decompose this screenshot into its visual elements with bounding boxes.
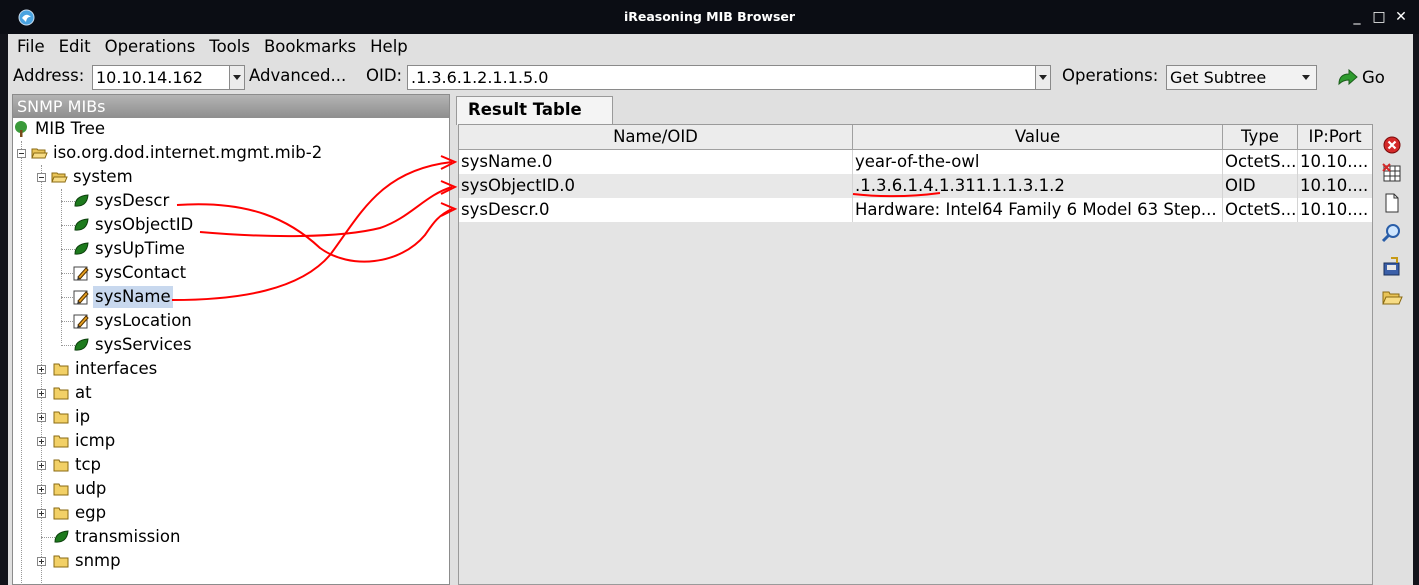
go-arrow-icon: [1338, 69, 1358, 86]
menu-edit[interactable]: Edit: [54, 34, 96, 60]
window-title: iReasoning MIB Browser: [623, 9, 796, 24]
address-label: Address:: [13, 66, 85, 85]
oid-dropdown-button[interactable]: [1035, 65, 1051, 90]
tree-icon: [15, 121, 27, 137]
go-label: Go: [1362, 68, 1385, 87]
folder-icon: [53, 387, 69, 400]
folder-icon: [53, 555, 69, 568]
title-bar: iReasoning MIB Browser _ □ ✕: [0, 0, 1419, 34]
table-cell-name: sysName.0: [459, 150, 853, 174]
column-header-name-oid[interactable]: Name/OID: [459, 125, 853, 150]
table-row[interactable]: sysObjectID.0 .1.3.6.1.4.1.311.1.1.3.1.2…: [459, 174, 1372, 198]
menu-help[interactable]: Help: [365, 34, 413, 60]
expand-toggle[interactable]: [37, 485, 46, 494]
table-cell-ip-port: 10.10....: [1300, 200, 1369, 219]
expand-toggle[interactable]: [37, 413, 46, 422]
folder-icon: [53, 363, 69, 376]
folder-open-icon: [51, 172, 68, 183]
leaf-icon: [74, 338, 89, 351]
find-icon[interactable]: [1381, 222, 1403, 244]
operations-label: Operations:: [1062, 66, 1159, 85]
operations-select-value: Get Subtree: [1170, 68, 1267, 87]
table-cell-value: year-of-the-owl: [853, 150, 1223, 174]
folder-open-icon: [31, 148, 48, 159]
side-toolbar: [1377, 124, 1407, 585]
advanced-button[interactable]: Advanced...: [249, 66, 346, 85]
table-row[interactable]: sysName.0 year-of-the-owl OctetS... 10.1…: [459, 150, 1372, 174]
table-cell-value: .1.3.6.1.4.1.311.1.1.3.1.2: [853, 174, 1223, 198]
menu-bar: File Edit Operations Tools Bookmarks Hel…: [12, 34, 417, 60]
operations-select[interactable]: Get Subtree: [1166, 65, 1317, 90]
folder-icon: [53, 411, 69, 424]
menu-operations[interactable]: Operations: [100, 34, 201, 60]
go-button[interactable]: Go: [1334, 65, 1394, 90]
table-cell-type: OID: [1223, 174, 1298, 198]
export-icon[interactable]: [1381, 256, 1403, 278]
address-dropdown-button[interactable]: [229, 65, 245, 90]
address-toolbar: Address: 10.10.14.162 Advanced... OID: .…: [0, 62, 1419, 92]
chevron-down-icon: [1302, 75, 1310, 80]
tree-guide-line: [41, 165, 42, 585]
expand-toggle[interactable]: [37, 461, 46, 470]
table-cell-value: Hardware: Intel64 Family 6 Model 63 Step…: [853, 198, 1223, 222]
new-document-icon[interactable]: [1381, 192, 1403, 214]
table-cell-name: sysObjectID.0: [459, 174, 853, 198]
oid-label: OID:: [366, 66, 403, 85]
table-cell-ip-port: 10.10....: [1300, 152, 1369, 171]
menu-bookmarks[interactable]: Bookmarks: [259, 34, 361, 60]
table-cell-name: sysDescr.0: [459, 198, 853, 222]
collapse-toggle[interactable]: [17, 149, 26, 158]
tab-result-table[interactable]: Result Table: [456, 96, 613, 125]
menu-file[interactable]: File: [12, 34, 50, 60]
minimize-button[interactable]: _: [1347, 7, 1367, 27]
leaf-icon: [74, 218, 89, 231]
folder-icon: [53, 435, 69, 448]
delete-icon[interactable]: [1381, 134, 1403, 156]
expand-toggle[interactable]: [37, 365, 46, 374]
leaf-icon: [54, 530, 69, 543]
close-window-button[interactable]: ✕: [1391, 7, 1411, 27]
oid-input[interactable]: .1.3.6.1.2.1.1.5.0: [407, 65, 1036, 90]
tree-guide-line: [61, 189, 62, 343]
column-header-ip-port[interactable]: IP:Port: [1298, 125, 1372, 150]
expand-toggle[interactable]: [37, 557, 46, 566]
table-row[interactable]: sysDescr.0 Hardware: Intel64 Family 6 Mo…: [459, 198, 1372, 222]
writable-leaf-icon: [73, 314, 89, 329]
panel-header: SNMP MIBs: [13, 95, 449, 118]
table-cell-ip-port: 10.10....: [1300, 176, 1369, 195]
mib-tree: MIB Tree iso.org.dod.internet.mgmt.mib-2…: [13, 119, 449, 585]
collapse-toggle[interactable]: [37, 173, 46, 182]
writable-leaf-icon: [73, 266, 89, 281]
expand-toggle[interactable]: [37, 509, 46, 518]
folder-icon: [53, 483, 69, 496]
address-input[interactable]: 10.10.14.162: [92, 65, 230, 90]
maximize-button[interactable]: □: [1369, 7, 1389, 27]
expand-toggle[interactable]: [37, 389, 46, 398]
writable-leaf-icon: [73, 290, 89, 305]
snmp-mibs-panel: SNMP MIBs MIB Tree iso.org.dod.internet.…: [12, 94, 450, 585]
clear-table-icon[interactable]: [1381, 162, 1403, 184]
table-cell-type: OctetS...: [1223, 198, 1298, 222]
menu-tools[interactable]: Tools: [204, 34, 255, 60]
leaf-icon: [74, 242, 89, 255]
result-table: Name/OID Value Type IP:Port sysName.0 ye…: [458, 124, 1373, 585]
leaf-icon: [74, 194, 89, 207]
folder-icon: [53, 459, 69, 472]
tree-guide-line: [21, 141, 22, 585]
expand-toggle[interactable]: [37, 437, 46, 446]
table-cell-type: OctetS...: [1223, 150, 1298, 174]
column-header-value[interactable]: Value: [853, 125, 1223, 150]
open-folder-icon[interactable]: [1381, 286, 1403, 308]
folder-icon: [53, 507, 69, 520]
column-header-type[interactable]: Type: [1223, 125, 1298, 150]
